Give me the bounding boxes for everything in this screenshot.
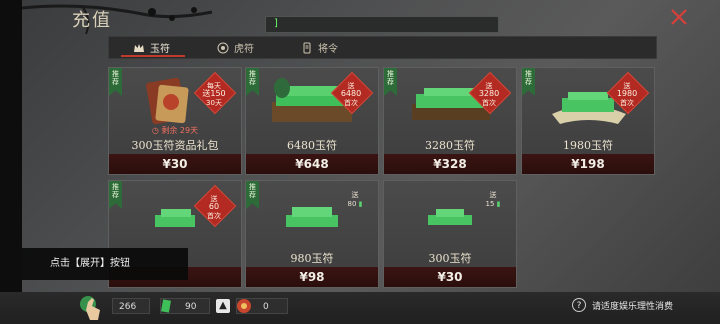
remaining-time: ◷ 剩余 29天 xyxy=(151,126,199,135)
order-token-icon xyxy=(303,42,311,53)
bonus-badge: 送 1980 首次 xyxy=(606,71,650,116)
tab-jade-label: 玉符 xyxy=(150,44,170,55)
product-card-980[interactable]: 推荐 送 80 ▮ 980玉符 ¥98 xyxy=(245,180,379,288)
jade-icon xyxy=(161,299,171,313)
price-button[interactable]: ¥30 xyxy=(109,154,241,174)
tab-bar: 玉符 虎符 将令 xyxy=(108,36,657,59)
coin-balance: 266 xyxy=(112,298,150,314)
product-card-gift-pack[interactable]: 推荐 每天 送150 30天 ◷ 剩余 29天 300玉符资品礼包 ¥30 xyxy=(108,67,242,175)
product-card-1980[interactable]: 推荐 送 1980 首次 1980玉符 ¥198 xyxy=(521,67,655,175)
tab-order[interactable]: 将令 xyxy=(301,37,338,58)
tiger-emblem-icon xyxy=(217,42,229,53)
product-name: 300玉符资品礼包 xyxy=(131,139,219,152)
product-name: 6480玉符 xyxy=(287,139,337,152)
product-name: 980玉符 xyxy=(290,252,334,265)
crown-icon xyxy=(134,43,144,52)
page-title: 充值 xyxy=(72,10,112,31)
tab-tiger-label: 虎符 xyxy=(234,44,254,55)
hint-tooltip: 点击【展开】按钮 xyxy=(22,248,188,280)
token-icon xyxy=(237,299,251,313)
bonus-badge: 送 60 首次 xyxy=(193,184,237,229)
question-icon[interactable]: ? xyxy=(572,298,586,312)
tab-order-label: 将令 xyxy=(318,44,338,55)
notice-label: ? 请适度娱乐理性消费 xyxy=(572,298,673,312)
add-currency-button[interactable]: ▲ xyxy=(216,299,230,313)
product-card-300[interactable]: 送 15 ▮ 300玉符 ¥30 xyxy=(383,180,517,288)
search-input-value: ] xyxy=(274,18,278,29)
bonus-label: 送 80 ▮ xyxy=(347,191,363,208)
product-name: 1980玉符 xyxy=(563,139,613,152)
bonus-badge: 送 6480 首次 xyxy=(330,71,374,116)
close-icon[interactable] xyxy=(668,6,690,28)
price-button[interactable]: ¥98 xyxy=(246,267,378,287)
product-name: 300玉符 xyxy=(428,252,472,265)
left-edge-strip xyxy=(0,0,22,324)
ink-branch-decoration xyxy=(22,4,213,35)
bonus-badge: 送 3280 首次 xyxy=(468,71,512,116)
bonus-label: 送 15 ▮ xyxy=(485,191,501,208)
product-name: 3280玉符 xyxy=(425,139,475,152)
search-input[interactable]: ] xyxy=(265,16,499,33)
price-button[interactable]: ¥30 xyxy=(384,267,516,287)
price-button[interactable]: ¥328 xyxy=(384,154,516,174)
active-tab-indicator xyxy=(121,55,185,57)
product-card-6480[interactable]: 推荐 送 6480 首次 6480玉符 ¥648 xyxy=(245,67,379,175)
price-button[interactable]: ¥648 xyxy=(246,154,378,174)
price-button[interactable]: ¥198 xyxy=(522,154,654,174)
pointing-hand-icon xyxy=(80,296,100,320)
product-card-3280[interactable]: 推荐 送 3280 首次 3280玉符 ¥328 xyxy=(383,67,517,175)
tab-tiger[interactable]: 虎符 xyxy=(217,37,254,58)
bonus-badge: 每天 送150 30天 xyxy=(193,71,237,116)
